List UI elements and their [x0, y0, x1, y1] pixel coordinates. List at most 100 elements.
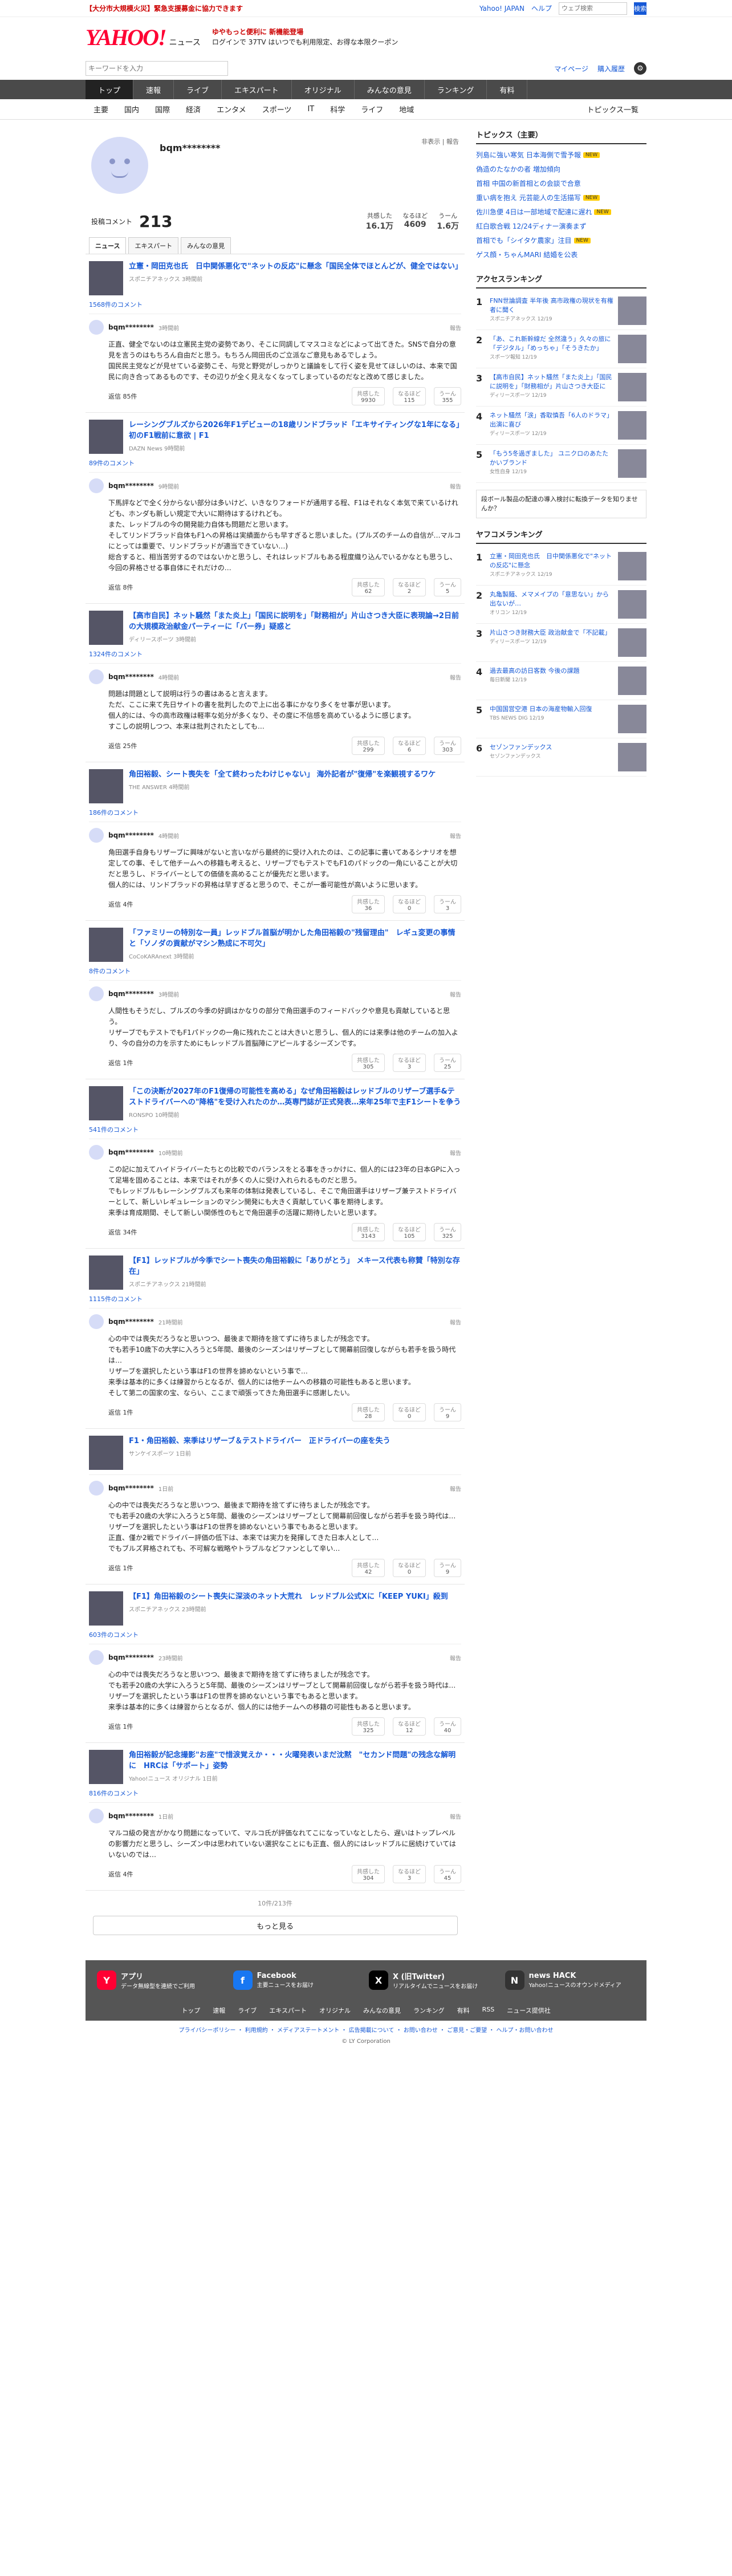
reply-toggle[interactable]: 返信 4件 [108, 900, 133, 909]
article-comment-count[interactable]: 1324件のコメント [89, 649, 461, 659]
footer-nav-item[interactable]: ライブ [238, 2006, 257, 2015]
help-link[interactable]: ヘルプ [531, 3, 552, 13]
hmm-button[interactable]: うーん 303 [434, 737, 461, 755]
reply-toggle[interactable]: 返信 1件 [108, 1563, 133, 1573]
article-title[interactable]: F1・角田裕毅、来季はリザーブ＆テストドライバー 正ドライバーの座を失う [129, 1436, 391, 1447]
article-title[interactable]: 「ファミリーの特別な一員」レッドブル首脳が明かした角田裕毅の"残留理由" レギュ… [129, 928, 461, 949]
footer-nav-item[interactable]: 速報 [213, 2006, 225, 2015]
reply-toggle[interactable]: 返信 85件 [108, 392, 137, 401]
insight-button[interactable]: なるほど 115 [393, 387, 426, 405]
promo-banner[interactable]: ゆやもっと便利に 新機能登場 ログインで 37TV はいつでも利用限定、お得な本… [212, 27, 398, 47]
empathy-button[interactable]: 共感した 305 [352, 1054, 385, 1072]
topic-item[interactable]: ゲス顔・ちゃんMARI 結婚を公表 [476, 247, 646, 262]
report-link[interactable]: 報告 [450, 990, 461, 998]
gnav-opinion[interactable]: みんなの意見 [355, 80, 425, 99]
ad-box[interactable]: 段ボール製品の配達の導入検討に転換データを知りませんか？ [476, 490, 646, 518]
rank-title[interactable]: 片山さつき財務大臣 政治献金で「不記載」 [490, 629, 611, 636]
article-comment-count[interactable]: 816件のコメント [89, 1789, 461, 1798]
purchase-history-link[interactable]: 購入履歴 [597, 64, 625, 74]
news-search-input[interactable] [86, 61, 228, 76]
insight-button[interactable]: なるほど 3 [393, 1865, 426, 1883]
topic-item[interactable]: 佐川急便 4日は一部地域で配達に遅れ NEW [476, 205, 646, 219]
load-more-button[interactable]: もっと見る [92, 1916, 458, 1935]
insight-button[interactable]: なるほど 0 [393, 1559, 426, 1577]
cat-domestic[interactable]: 国内 [116, 104, 147, 115]
article-link[interactable]: 立憲・岡田克也氏 日中関係悪化で"ネットの反応"に懸念「国民全体でほとんどが、健… [89, 261, 462, 295]
report-link[interactable]: 報告 [450, 323, 461, 332]
empathy-button[interactable]: 共感した 325 [352, 1717, 385, 1736]
insight-button[interactable]: なるほど 105 [393, 1223, 426, 1241]
rank-title[interactable]: 【高市自民】ネット騒然「また炎上」「国民に説明を」「財務相が」片山さつき大臣に [490, 373, 612, 390]
rank-title[interactable]: FNN世論調査 半年後 高市政権の現状を有権者に聞く [490, 297, 613, 314]
article-link[interactable]: 【高市自民】ネット騒然「また炎上」「国民に説明を」「財務相が」片山さつき大臣に表… [89, 611, 461, 645]
footer-nav-item[interactable]: エキスパート [269, 2006, 307, 2015]
article-title[interactable]: 立憲・岡田克也氏 日中関係悪化で"ネットの反応"に懸念「国民全体でほとんどが、健… [129, 261, 462, 272]
reply-toggle[interactable]: 返信 4件 [108, 1870, 133, 1879]
insight-button[interactable]: なるほど 2 [393, 578, 426, 596]
tab-expert[interactable]: エキスパート [128, 237, 179, 254]
empathy-button[interactable]: 共感した 9930 [352, 387, 385, 405]
report-link[interactable]: 報告 [450, 1484, 461, 1493]
report-link[interactable]: 報告 [450, 1812, 461, 1821]
hmm-button[interactable]: うーん 9 [434, 1559, 461, 1577]
insight-button[interactable]: なるほど 12 [393, 1717, 426, 1736]
footer-app[interactable]: Y アプリ データ無線型を連続でご利用 [97, 1966, 227, 1994]
ranking-item[interactable]: 3 【高市自民】ネット騒然「また炎上」「国民に説明を」「財務相が」片山さつき大臣… [476, 368, 646, 407]
article-comment-count[interactable]: 1568件のコメント [89, 300, 461, 309]
hmm-button[interactable]: うーん 3 [434, 895, 461, 913]
ranking-item[interactable]: 4 過去最高の訪日客数 今後の課題 毎日新聞 12/19 [476, 662, 646, 700]
topic-item[interactable]: 偽造のたなかの者 増加傾向 [476, 162, 646, 176]
gnav-top[interactable]: トップ [86, 80, 134, 99]
cat-sports[interactable]: スポーツ [254, 104, 300, 115]
empathy-button[interactable]: 共感した 304 [352, 1865, 385, 1883]
article-title[interactable]: 「この決断が2027年のF1復帰の可能性を高める」なぜ角田裕毅はレッドブルのリザ… [129, 1086, 461, 1108]
topic-item[interactable]: 紅白歌合戦 12/24ディナー演奏まず [476, 219, 646, 233]
footer-newshack[interactable]: Nnews HACK Yahoo!ニュースのオウンドメディア [505, 1966, 636, 1994]
report-link[interactable]: 報告 [450, 1653, 461, 1662]
yahoo-news-logo[interactable]: YAHOO! ニュース [86, 24, 201, 51]
reply-toggle[interactable]: 返信 25件 [108, 741, 137, 750]
mypage-link[interactable]: マイページ [554, 64, 588, 74]
ranking-item[interactable]: 3 片山さつき財務大臣 政治献金で「不記載」 ディリースポーツ 12/19 [476, 624, 646, 662]
article-title[interactable]: 【F1】レッドブルが今季でシート喪失の角田裕毅に「ありがとう」 メキース代表も称… [129, 1256, 461, 1277]
gnav-expert[interactable]: エキスパート [222, 80, 292, 99]
hmm-button[interactable]: うーん 45 [434, 1865, 461, 1883]
hmm-button[interactable]: うーん 5 [434, 578, 461, 596]
article-link[interactable]: 角田裕毅、シート喪失を「全て終わったわけじゃない」 海外記者が"復帰"を楽観視す… [89, 769, 461, 803]
insight-button[interactable]: なるほど 0 [393, 895, 426, 913]
article-title[interactable]: 【F1】角田裕毅のシート喪失に深淡のネット大荒れ レッドブル公式Xに「KEEP … [129, 1591, 448, 1602]
hmm-button[interactable]: うーん 40 [434, 1717, 461, 1736]
gear-icon[interactable]: ⚙ [634, 62, 646, 75]
insight-button[interactable]: なるほど 3 [393, 1054, 426, 1072]
gnav-live[interactable]: ライブ [174, 80, 222, 99]
article-comment-count[interactable]: 186件のコメント [89, 808, 461, 817]
hmm-button[interactable]: うーん 25 [434, 1054, 461, 1072]
insight-button[interactable]: なるほど 6 [393, 737, 426, 755]
article-comment-count[interactable]: 8件のコメント [89, 966, 461, 976]
empathy-button[interactable]: 共感した 36 [352, 895, 385, 913]
ranking-item[interactable]: 5 「もう5冬過ぎました」 ユニクロのあたたかいブランド 女性自身 12/19 [476, 445, 646, 483]
article-link[interactable]: F1・角田裕毅、来季はリザーブ＆テストドライバー 正ドライバーの座を失う サンケ… [89, 1436, 461, 1470]
empathy-button[interactable]: 共感した 299 [352, 737, 385, 755]
empathy-button[interactable]: 共感した 28 [352, 1403, 385, 1421]
hmm-button[interactable]: うーん 355 [434, 387, 461, 405]
footer-nav-item[interactable]: ランキング [413, 2006, 445, 2015]
topic-item[interactable]: 重い病を抱え 元芸能人の生活描写 NEW [476, 190, 646, 205]
article-comment-count[interactable]: 1115件のコメント [89, 1294, 461, 1303]
article-link[interactable]: 角田裕毅が記念撮影"お座"で惜涙覚えか・・・火曜発表いまだ沈黙 "セカンド問題"… [89, 1750, 461, 1784]
article-title[interactable]: 【高市自民】ネット騒然「また炎上」「国民に説明を」「財務相が」片山さつき大臣に表… [129, 611, 461, 632]
ranking-item[interactable]: 1 FNN世論調査 半年後 高市政権の現状を有権者に聞く スポニチアネックス 12… [476, 292, 646, 330]
report-link[interactable]: 報告 [450, 831, 461, 840]
tab-opinion[interactable]: みんなの意見 [181, 237, 231, 254]
gnav-original[interactable]: オリジナル [292, 80, 355, 99]
ranking-item[interactable]: 2 「あ、これ新幹線だ 全然違う」久々の旅に「デジタル」「めっちゃ」「そうきたか… [476, 330, 646, 368]
topics-list-link[interactable]: トピックス一覧 [579, 104, 646, 115]
topic-item[interactable]: 首相 中国の新首相との会談で合意 [476, 176, 646, 190]
article-title[interactable]: 角田裕毅が記念撮影"お座"で惜涙覚えか・・・火曜発表いまだ沈黙 "セカンド問題"… [129, 1750, 461, 1771]
reply-toggle[interactable]: 返信 8件 [108, 583, 133, 592]
rank-title[interactable]: ネット騒然「涙」香取慎吾「6人のドラマ」出演に喜び [490, 412, 613, 428]
gnav-paid[interactable]: 有料 [487, 80, 528, 99]
rank-title[interactable]: 中国国営空港 日本の海産物輸入回復 [490, 705, 592, 713]
reply-toggle[interactable]: 返信 34件 [108, 1228, 137, 1237]
empathy-button[interactable]: 共感した 3143 [352, 1223, 385, 1241]
